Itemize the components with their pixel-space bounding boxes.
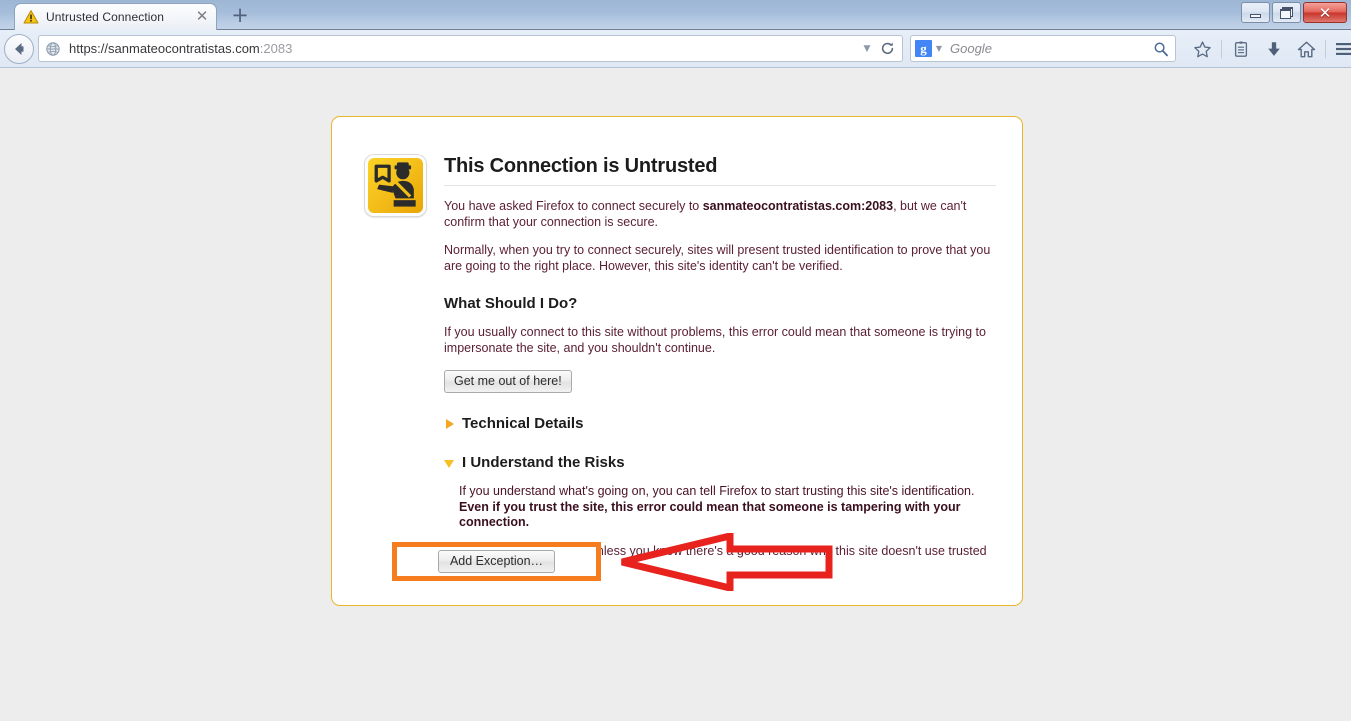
- chevron-down-icon: [444, 457, 456, 469]
- minimize-icon: [1250, 13, 1261, 18]
- menu-icon[interactable]: [1328, 35, 1351, 63]
- toolbar-separator: [1221, 40, 1222, 58]
- restore-button[interactable]: [1272, 2, 1301, 23]
- intro-paragraph: You have asked Firefox to connect secure…: [444, 199, 996, 230]
- what-should-i-do-text: If you usually connect to this site with…: [444, 325, 986, 355]
- i-understand-the-risks-toggle[interactable]: I Understand the Risks: [444, 454, 996, 471]
- downloads-icon[interactable]: [1257, 35, 1290, 63]
- url-port: :2083: [259, 41, 293, 56]
- chevron-down-icon[interactable]: ▼: [932, 44, 946, 53]
- restore-icon: [1280, 6, 1293, 19]
- tab-title: Untrusted Connection: [46, 10, 165, 24]
- new-tab-button[interactable]: +: [228, 5, 252, 27]
- technical-details-label: Technical Details: [462, 415, 584, 432]
- url-scheme-host: https://: [69, 41, 109, 56]
- untrusted-connection-card: This Connection is Untrusted You have as…: [331, 116, 1023, 606]
- back-arrow-icon: [15, 43, 24, 55]
- browser-tab[interactable]: Untrusted Connection ✕: [14, 3, 217, 30]
- tab-strip: Untrusted Connection ✕ +: [0, 0, 1200, 30]
- toolbar-separator: [1325, 40, 1326, 58]
- chevron-right-icon: [444, 418, 456, 430]
- risks-paragraph-1-normal: If you understand what's going on, you c…: [459, 484, 975, 498]
- search-input[interactable]: Google: [950, 41, 1151, 56]
- browser-window: Untrusted Connection ✕ + ✕ https://sanma…: [0, 0, 1351, 721]
- window-controls: ✕: [1241, 2, 1347, 24]
- url-text[interactable]: https://sanmateocontratistas.com:2083: [69, 41, 858, 56]
- minimize-button[interactable]: [1241, 2, 1270, 23]
- orange-highlight-box: Add Exception…: [392, 542, 601, 581]
- i-understand-the-risks-label: I Understand the Risks: [462, 454, 625, 471]
- close-button[interactable]: ✕: [1303, 2, 1347, 23]
- url-bar[interactable]: https://sanmateocontratistas.com:2083 ▼: [38, 35, 903, 62]
- title-bar: Untrusted Connection ✕ + ✕: [0, 0, 1351, 30]
- globe-icon: [45, 41, 61, 57]
- google-logo-icon: g: [915, 40, 932, 57]
- chevron-down-icon[interactable]: ▼: [858, 40, 876, 58]
- add-exception-button[interactable]: Add Exception…: [437, 550, 556, 573]
- toolbar-icons: [1186, 35, 1351, 63]
- intro-pre: You have asked Firefox to connect secure…: [444, 199, 703, 213]
- close-icon: ✕: [1318, 3, 1332, 22]
- red-arrow-annotation: [618, 531, 833, 593]
- intro-hostname: sanmateocontratistas.com:2083: [702, 199, 894, 213]
- page-title: This Connection is Untrusted: [444, 155, 996, 186]
- warning-triangle-icon: [23, 9, 39, 25]
- reload-icon[interactable]: [876, 39, 898, 59]
- home-icon[interactable]: [1290, 35, 1323, 63]
- page-content: This Connection is Untrusted You have as…: [0, 69, 1351, 721]
- what-should-i-do-heading: What Should I Do?: [444, 295, 578, 312]
- bookmark-star-icon[interactable]: [1186, 35, 1219, 63]
- card-body: This Connection is Untrusted You have as…: [444, 155, 996, 575]
- reading-list-icon[interactable]: [1224, 35, 1257, 63]
- search-bar[interactable]: g ▼ Google: [910, 35, 1176, 62]
- close-icon[interactable]: ✕: [194, 9, 210, 25]
- risks-paragraph-1: If you understand what's going on, you c…: [459, 484, 996, 531]
- url-host: sanmateocontratistas.com: [108, 41, 260, 56]
- search-icon[interactable]: [1151, 41, 1171, 57]
- get-me-out-of-here-button[interactable]: Get me out of here!: [444, 370, 572, 393]
- risks-paragraph-1-strong: Even if you trust the site, this error c…: [459, 499, 961, 530]
- navigation-toolbar: https://sanmateocontratistas.com:2083 ▼ …: [0, 30, 1351, 68]
- technical-details-toggle[interactable]: Technical Details: [444, 415, 996, 432]
- customs-officer-icon: [365, 155, 426, 216]
- back-button[interactable]: [4, 34, 34, 64]
- normally-paragraph: Normally, when you try to connect secure…: [444, 243, 991, 273]
